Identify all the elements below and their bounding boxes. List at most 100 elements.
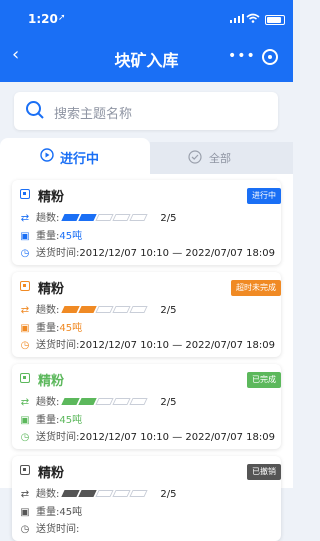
material-icon	[20, 373, 30, 383]
weight-value: 45吨	[59, 231, 83, 242]
progress-segment	[95, 489, 115, 497]
task-card[interactable]: 精粉 超时未完成 ⇄ 趟数: 2/5 ▣ 重量:45吨 ◷ 送货时间:2012/12/0…	[12, 272, 281, 357]
progress-segment	[129, 489, 149, 497]
search-input[interactable]: 搜索主题名称	[54, 103, 132, 122]
material-name: 精粉	[38, 374, 65, 389]
task-card[interactable]: 精粉 进行中 ⇄ 趟数: 2/5 ▣ 重量:45吨 ◷ 送货时间:2012/12/07 …	[12, 180, 281, 265]
tab-all[interactable]: 全部	[150, 142, 293, 174]
progress-segment	[78, 397, 98, 405]
scale-icon: ▣	[20, 231, 30, 242]
play-circle-icon	[40, 148, 54, 162]
delivery-time-label: 送货时间:	[36, 340, 80, 351]
trip-count-value: 2/5	[160, 305, 177, 316]
weight-row: ▣ 重量:45吨	[20, 503, 83, 518]
trip-count-label: 趟数:	[36, 213, 60, 224]
material-name: 精粉	[38, 282, 65, 297]
delivery-time-row: ◷ 送货时间:2012/12/07 10:10 — 2022/07/07 18:0…	[20, 244, 275, 259]
progress-segment	[95, 305, 115, 313]
weight-label: 重量:	[36, 323, 60, 334]
material-icon	[20, 465, 30, 475]
status-badge: 进行中	[247, 188, 281, 204]
delivery-time-row: ◷ 送货时间:	[20, 520, 80, 535]
delivery-time-row: ◷ 送货时间:2012/12/07 10:10 — 2022/07/07 18:0…	[20, 336, 275, 351]
check-circle-icon	[188, 150, 202, 164]
progress-bar	[61, 397, 149, 408]
weight-row: ▣ 重量:45吨	[20, 319, 83, 334]
trip-count-row: ⇄ 趟数: 2/5	[20, 393, 177, 408]
status-badge: 超时未完成	[231, 280, 281, 296]
status-bar: 1:20 ➚	[0, 0, 293, 28]
progress-segment	[61, 213, 81, 221]
status-time: 1:20	[28, 12, 58, 26]
trip-count-value: 2/5	[160, 397, 177, 408]
weight-label: 重量:	[36, 231, 60, 242]
tab-all-label: 全部	[209, 152, 231, 165]
weight-value: 45吨	[59, 415, 83, 426]
battery-icon	[265, 15, 285, 25]
progress-segment	[61, 489, 81, 497]
trip-count-row: ⇄ 趟数: 2/5	[20, 209, 177, 224]
delivery-time-row: ◷ 送货时间:2012/12/07 10:10 — 2022/07/07 18:0…	[20, 428, 275, 443]
weight-value: 45吨	[59, 323, 83, 334]
progress-segment	[129, 305, 149, 313]
swap-icon: ⇄	[20, 305, 30, 316]
progress-segment	[95, 397, 115, 405]
location-arrow-icon: ➚	[58, 13, 66, 23]
weight-row: ▣ 重量:45吨	[20, 227, 83, 242]
header-bar: 1:20 ➚ ‹ 块矿入库 •••	[0, 0, 293, 82]
progress-segment	[129, 213, 149, 221]
status-tabs: 进行中 全部	[0, 138, 293, 174]
progress-segment	[129, 397, 149, 405]
trip-count-label: 趟数:	[36, 489, 60, 500]
material-name: 精粉	[38, 466, 65, 481]
progress-segment	[112, 397, 132, 405]
clock-icon: ◷	[20, 248, 30, 259]
more-menu-button[interactable]: •••	[228, 48, 256, 64]
swap-icon: ⇄	[20, 213, 30, 224]
swap-icon: ⇄	[20, 489, 30, 500]
navigation-bar: ‹ 块矿入库 •••	[0, 40, 293, 74]
signal-icon	[230, 14, 244, 23]
trip-count-label: 趟数:	[36, 305, 60, 316]
material-icon	[20, 281, 30, 291]
progress-segment	[61, 397, 81, 405]
progress-segment	[112, 489, 132, 497]
tab-in-progress[interactable]: 进行中	[0, 138, 150, 174]
progress-segment	[95, 213, 115, 221]
progress-segment	[78, 489, 98, 497]
status-badge: 已撤销	[247, 464, 281, 480]
tab-in-progress-label: 进行中	[60, 152, 100, 167]
progress-segment	[112, 213, 132, 221]
clock-icon: ◷	[20, 524, 30, 535]
task-list: 精粉 进行中 ⇄ 趟数: 2/5 ▣ 重量:45吨 ◷ 送货时间:2012/12/07 …	[0, 174, 293, 541]
task-card[interactable]: 精粉 已完成 ⇄ 趟数: 2/5 ▣ 重量:45吨 ◷ 送货时间:2012/12/07 …	[12, 364, 281, 449]
weight-row: ▣ 重量:45吨	[20, 411, 83, 426]
trip-count-row: ⇄ 趟数: 2/5	[20, 301, 177, 316]
weight-value: 45吨	[59, 507, 83, 518]
search-icon	[26, 101, 44, 119]
clock-icon: ◷	[20, 432, 30, 443]
progress-segment	[78, 213, 98, 221]
scale-icon: ▣	[20, 415, 30, 426]
scale-icon: ▣	[20, 323, 30, 334]
progress-bar	[61, 213, 149, 224]
delivery-time-value: 2012/12/07 10:10 — 2022/07/07 18:09	[79, 432, 275, 443]
task-card[interactable]: 精粉 已撤销 ⇄ 趟数: 2/5 ▣ 重量:45吨 ◷ 送货时间:	[12, 456, 281, 541]
delivery-time-value: 2012/12/07 10:10 — 2022/07/07 18:09	[79, 340, 275, 351]
weight-label: 重量:	[36, 507, 60, 518]
trip-count-value: 2/5	[160, 489, 177, 500]
progress-segment	[78, 305, 98, 313]
material-name: 精粉	[38, 190, 65, 205]
close-miniapp-button[interactable]	[262, 49, 278, 65]
trip-count-value: 2/5	[160, 213, 177, 224]
trip-count-label: 趟数:	[36, 397, 60, 408]
delivery-time-label: 送货时间:	[36, 248, 80, 259]
trip-count-row: ⇄ 趟数: 2/5	[20, 485, 177, 500]
delivery-time-label: 送货时间:	[36, 432, 80, 443]
wifi-icon	[246, 13, 260, 23]
delivery-time-label: 送货时间:	[36, 524, 80, 535]
status-badge: 已完成	[247, 372, 281, 388]
material-icon	[20, 189, 30, 199]
search-box[interactable]: 搜索主题名称	[14, 92, 278, 130]
scale-icon: ▣	[20, 507, 30, 518]
